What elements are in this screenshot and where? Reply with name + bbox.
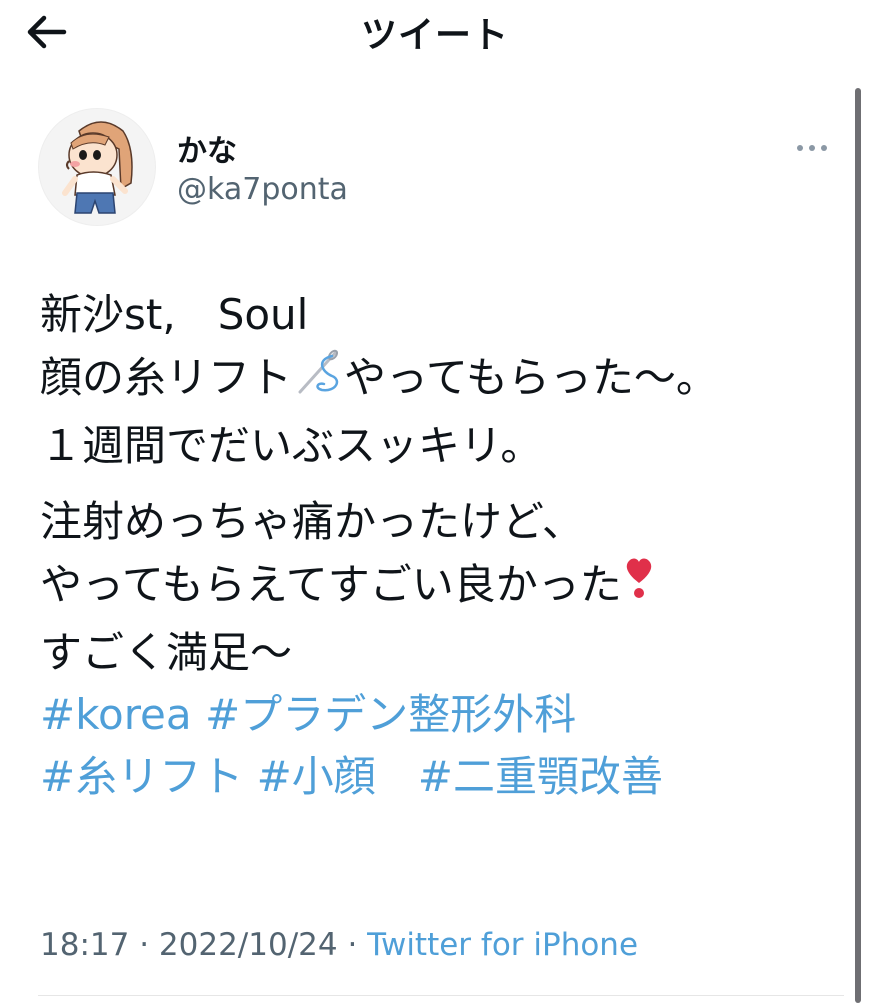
hashtag-link[interactable]: #プラデン整形外科 — [205, 690, 576, 739]
avatar[interactable] — [38, 108, 156, 226]
display-name[interactable]: かな — [177, 126, 237, 170]
hashtag-link[interactable]: #糸リフト — [40, 752, 243, 801]
hashtag-line: #korea #プラデン整形外科 — [40, 684, 830, 746]
tweet-line: すごく満足〜 — [40, 628, 293, 677]
meta-separator: · — [129, 927, 159, 963]
tweet-paragraph: 新沙st, Soul 顔の糸リフト やってもらった〜。 １週間でだいぶスッキリ。 — [40, 284, 830, 477]
tweet-meta: 18:17 · 2022/10/24 · Twitter for iPhone — [40, 927, 638, 963]
tweet-line: 新沙st, Soul — [40, 290, 309, 339]
page-title: ツイート — [360, 15, 509, 56]
hashtag-line: #糸リフト #小顔 #二重顎改善 — [40, 746, 830, 808]
tweet-paragraph: 注射めっちゃ痛かったけど、 やってもらえてすごい良かった すごく満足〜 #kor… — [40, 491, 830, 808]
heart-exclamation-emoji — [622, 553, 656, 622]
more-horizontal-icon — [797, 145, 827, 151]
hashtag-link[interactable]: #二重顎改善 — [418, 752, 663, 801]
tweet-date: 2022/10/24 — [158, 927, 338, 963]
divider — [38, 995, 844, 996]
tweet-text: 新沙st, Soul 顔の糸リフト やってもらった〜。 １週間でだいぶスッキリ。 … — [40, 284, 830, 808]
meta-separator: · — [337, 927, 368, 963]
thread-needle-emoji — [292, 346, 344, 415]
tweet-line-text: やってもらえてすごい良かった — [40, 560, 622, 609]
hashtag-link[interactable]: #korea — [40, 690, 192, 739]
top-bar: ツイート — [0, 0, 870, 62]
avatar-illustration — [62, 121, 133, 214]
user-handle[interactable]: @ka7ponta — [177, 172, 348, 207]
more-button[interactable] — [792, 136, 832, 160]
tweet-time: 18:17 — [40, 927, 130, 963]
tweet-line: やってもらえてすごい良かった — [40, 553, 830, 622]
scrollbar[interactable] — [855, 88, 861, 1003]
tweet-source-link[interactable]: Twitter for iPhone — [367, 927, 638, 963]
tweet-line: 注射めっちゃ痛かったけど、 — [40, 497, 584, 546]
tweet-line: １週間でだいぶスッキリ。 — [40, 421, 543, 470]
tweet-line: 顔の糸リフト やってもらった〜。 — [40, 346, 830, 415]
tweet-line-text: 顔の糸リフト — [40, 353, 293, 402]
tweet-line-text: やってもらった〜。 — [344, 353, 718, 402]
hashtag-link[interactable]: #小顔 — [257, 752, 376, 801]
